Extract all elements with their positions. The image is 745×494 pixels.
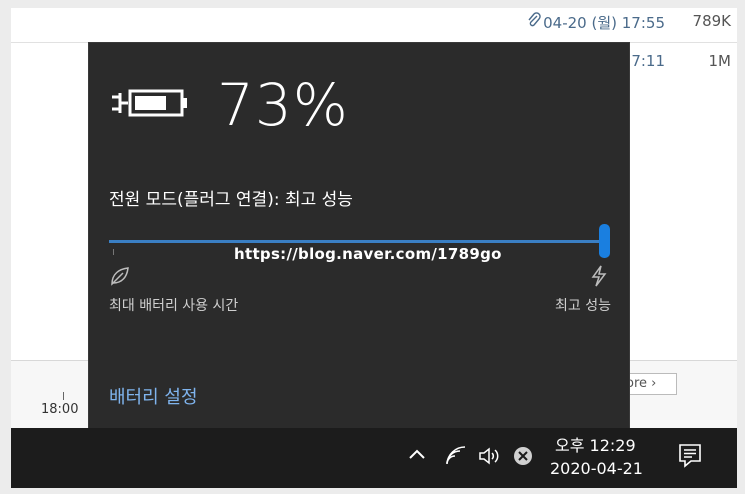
clock-date[interactable]: 2020-04-21: [550, 459, 643, 478]
clock-time[interactable]: 오후 12:29: [555, 432, 636, 456]
battery-flyout: 73% 전원 모드(플러그 연결): 최고 성능 https://blog.na…: [88, 42, 630, 430]
row-size: 1M: [708, 52, 732, 70]
watermark-text: https://blog.naver.com/1789go: [234, 245, 502, 263]
notification-center-icon[interactable]: [677, 442, 703, 470]
axis-tick: [63, 392, 64, 400]
best-battery-label: 최대 배터리 사용 시간: [109, 298, 239, 314]
error-icon[interactable]: [512, 445, 534, 467]
table-row[interactable]: 04-20 (월) 17:55 789K: [11, 8, 737, 43]
chevron-up-icon[interactable]: [407, 444, 427, 464]
attachment-icon: [527, 12, 541, 32]
row-date: 04-20 (월) 17:55: [543, 14, 665, 32]
screen: 04-20 (월) 17:55 789K 7:11 1M 18:00 ore ›…: [11, 8, 737, 488]
battery-percent: 73%: [217, 71, 349, 139]
battery-plugged-icon: [112, 89, 187, 117]
taskbar: 오후 12:29 2020-04-21: [11, 428, 737, 488]
leaf-icon: [111, 267, 129, 286]
battery-settings-link[interactable]: 배터리 설정: [109, 383, 198, 409]
network-icon[interactable]: [443, 446, 467, 466]
time-axis-label: 18:00: [41, 402, 79, 417]
power-mode-slider-track[interactable]: [109, 240, 601, 243]
row-size: 789K: [692, 12, 731, 30]
best-performance-label: 최고 성능: [555, 298, 611, 314]
lightning-icon: [591, 265, 607, 287]
power-mode-slider-thumb[interactable]: [599, 224, 610, 258]
power-mode-label: 전원 모드(플러그 연결): 최고 성능: [109, 190, 353, 210]
volume-icon[interactable]: [477, 445, 503, 467]
slider-tick: [113, 249, 114, 255]
row-date: 7:11: [631, 52, 665, 70]
